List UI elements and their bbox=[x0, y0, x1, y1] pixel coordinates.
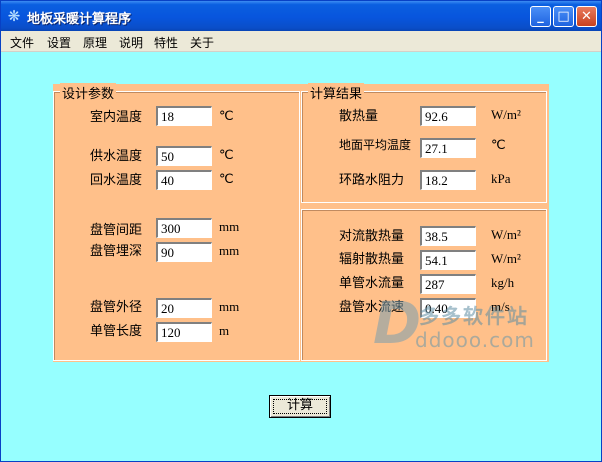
menu-principle[interactable]: 原理 bbox=[83, 34, 107, 51]
pipe-od-label: 盘管外径 bbox=[90, 300, 143, 315]
menu-file[interactable]: 文件 bbox=[10, 34, 34, 51]
pipe-od-unit: mm bbox=[219, 299, 240, 314]
menu-about[interactable]: 关于 bbox=[190, 34, 214, 51]
heat-dissipation-output: 92.6 bbox=[420, 106, 476, 126]
floor-avg-temp-output: 27.1 bbox=[420, 138, 476, 158]
pipe-depth-unit: mm bbox=[219, 243, 240, 258]
maximize-button[interactable]: □ bbox=[553, 6, 574, 27]
results-title: 计算结果 bbox=[308, 83, 365, 102]
window-title: 地板采暖计算程序 bbox=[27, 12, 132, 27]
watermark: D 多多软件站 ddooo.com bbox=[373, 290, 543, 360]
menu-bar: 文件 设置 原理 说明 特性 关于 bbox=[1, 31, 601, 52]
heat-dissipation-label: 散热量 bbox=[339, 109, 379, 124]
pipe-length-label: 单管长度 bbox=[90, 324, 143, 339]
floor-avg-temp-label: 地面平均温度 bbox=[339, 138, 412, 152]
return-temp-label: 回水温度 bbox=[90, 173, 143, 188]
radiant-heat-output: 54.1 bbox=[420, 250, 476, 270]
room-temp-input[interactable]: 18 bbox=[156, 106, 212, 126]
loop-resistance-label: 环路水阻力 bbox=[339, 173, 405, 188]
pipe-od-input[interactable]: 20 bbox=[156, 298, 212, 318]
heat-dissipation-unit: W/m² bbox=[491, 107, 521, 122]
menu-instructions[interactable]: 说明 bbox=[119, 34, 143, 51]
floor-avg-temp-unit: ℃ bbox=[491, 137, 506, 152]
pipe-length-input[interactable]: 120 bbox=[156, 322, 212, 342]
pipe-spacing-unit: mm bbox=[219, 219, 240, 234]
pipe-spacing-label: 盘管间距 bbox=[90, 223, 143, 238]
room-temp-label: 室内温度 bbox=[90, 110, 143, 125]
calculate-button[interactable]: 计算 bbox=[269, 395, 331, 418]
return-temp-unit: ℃ bbox=[219, 171, 234, 186]
convective-heat-label: 对流散热量 bbox=[339, 229, 405, 244]
close-button[interactable]: ✕ bbox=[576, 6, 597, 27]
supply-temp-label: 供水温度 bbox=[90, 149, 143, 164]
return-temp-input[interactable]: 40 bbox=[156, 170, 212, 190]
convective-heat-output: 38.5 bbox=[420, 226, 476, 246]
focus-rect bbox=[273, 399, 327, 414]
supply-temp-input[interactable]: 50 bbox=[156, 146, 212, 166]
watermark-logo: D bbox=[373, 289, 422, 357]
loop-resistance-unit: kPa bbox=[491, 171, 511, 186]
radiant-heat-label: 辐射散热量 bbox=[339, 252, 405, 267]
convective-heat-unit: W/m² bbox=[491, 227, 521, 242]
loop-resistance-output: 18.2 bbox=[420, 170, 476, 190]
radiant-heat-unit: W/m² bbox=[491, 251, 521, 266]
room-temp-unit: ℃ bbox=[219, 108, 234, 123]
pipe-spacing-input[interactable]: 300 bbox=[156, 218, 212, 238]
pipe-depth-label: 盘管埋深 bbox=[90, 244, 143, 259]
pipe-depth-input[interactable]: 90 bbox=[156, 242, 212, 262]
pipe-length-unit: m bbox=[219, 323, 230, 338]
menu-settings[interactable]: 设置 bbox=[47, 34, 71, 51]
supply-temp-unit: ℃ bbox=[219, 147, 234, 162]
minimize-button[interactable]: _ bbox=[530, 6, 551, 27]
menu-features[interactable]: 特性 bbox=[154, 34, 178, 51]
title-bar[interactable]: ❋ 地板采暖计算程序 _ □ ✕ bbox=[1, 1, 601, 31]
watermark-name: 多多软件站 bbox=[419, 304, 529, 328]
snowflake-app-icon: ❋ bbox=[7, 7, 21, 25]
watermark-url: ddooo.com bbox=[415, 328, 535, 352]
design-params-title: 设计参数 bbox=[60, 83, 117, 102]
pipe-flow-unit: kg/h bbox=[491, 275, 515, 290]
